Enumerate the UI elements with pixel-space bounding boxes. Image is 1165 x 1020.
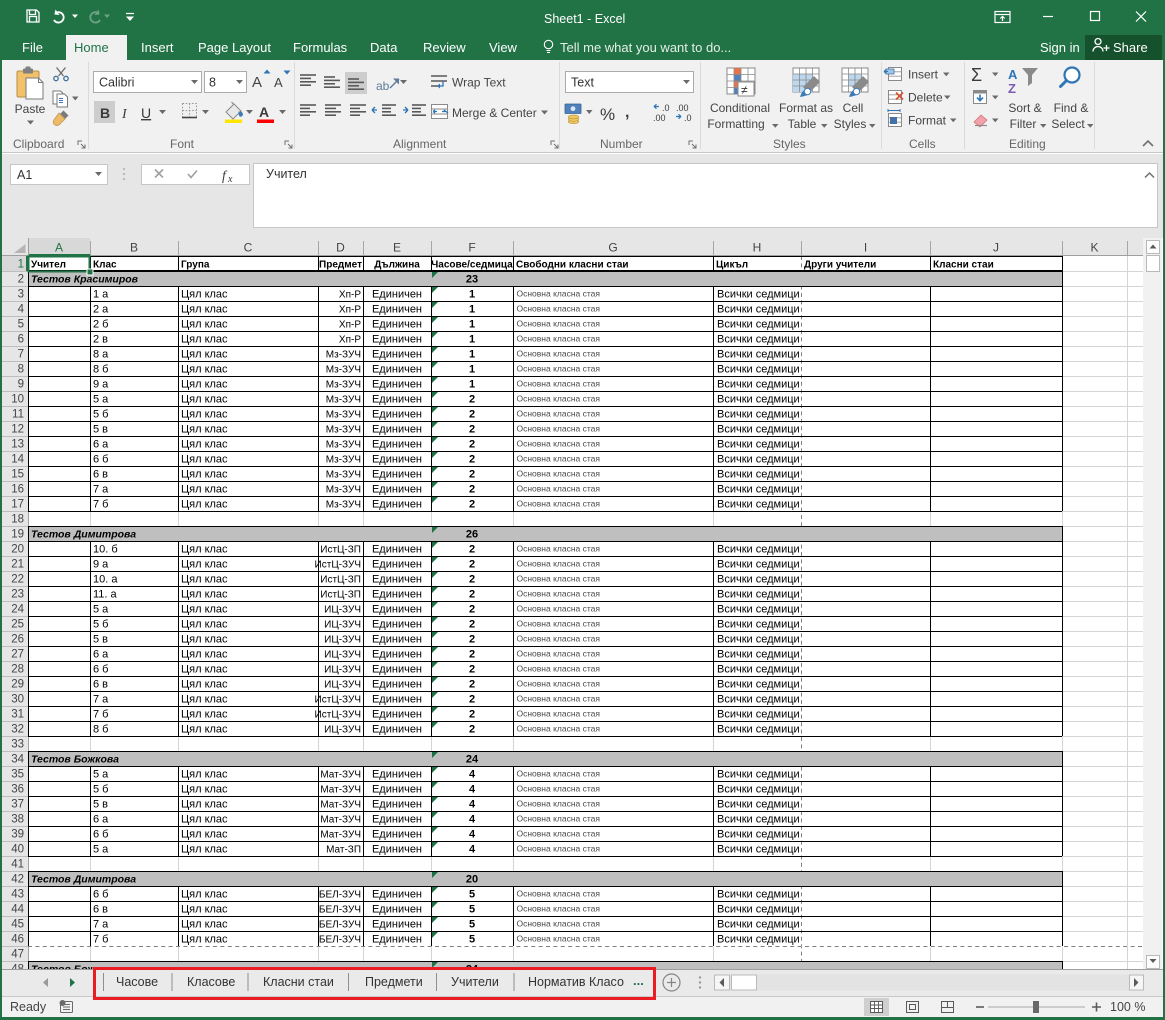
svg-text:%: % (600, 105, 615, 124)
svg-text:≠: ≠ (741, 83, 748, 97)
svg-text:Styles: Styles (834, 117, 867, 131)
svg-text:Calibri: Calibri (99, 76, 134, 90)
svg-text:.00: .00 (653, 113, 666, 123)
svg-text:Formatting: Formatting (707, 117, 764, 131)
svg-text:Text: Text (571, 76, 594, 90)
svg-text:Cell: Cell (843, 101, 864, 115)
svg-text:Z: Z (1008, 81, 1016, 96)
svg-text:A: A (252, 74, 262, 91)
svg-text:Find &: Find & (1054, 101, 1089, 115)
svg-text:B: B (100, 105, 110, 121)
svg-text:,: , (625, 104, 629, 121)
svg-text:x: x (227, 174, 233, 185)
svg-text:Table: Table (788, 117, 817, 131)
svg-text:Sort &: Sort & (1008, 101, 1041, 115)
svg-text:Select: Select (1051, 117, 1085, 131)
svg-text:8: 8 (209, 76, 216, 90)
svg-text:I: I (121, 107, 128, 122)
svg-text:Wrap Text: Wrap Text (452, 76, 506, 90)
svg-text:Format as: Format as (779, 101, 833, 115)
svg-text:A: A (1008, 67, 1018, 82)
svg-text:Conditional: Conditional (710, 101, 770, 115)
svg-text:Σ: Σ (971, 65, 982, 85)
svg-text:Delete: Delete (908, 91, 943, 105)
svg-text:Merge & Center: Merge & Center (452, 106, 537, 120)
svg-text:Paste: Paste (15, 102, 46, 116)
svg-text:Format: Format (908, 114, 947, 128)
svg-text:.0: .0 (662, 103, 670, 113)
svg-text:A: A (259, 104, 269, 120)
svg-text:.00: .00 (676, 103, 689, 113)
svg-text:Filter: Filter (1010, 117, 1037, 131)
svg-text:.0: .0 (684, 113, 692, 123)
svg-text:ab: ab (376, 79, 390, 93)
svg-text:A: A (274, 75, 283, 90)
svg-text:U: U (141, 105, 151, 121)
svg-text:Insert: Insert (908, 68, 939, 82)
